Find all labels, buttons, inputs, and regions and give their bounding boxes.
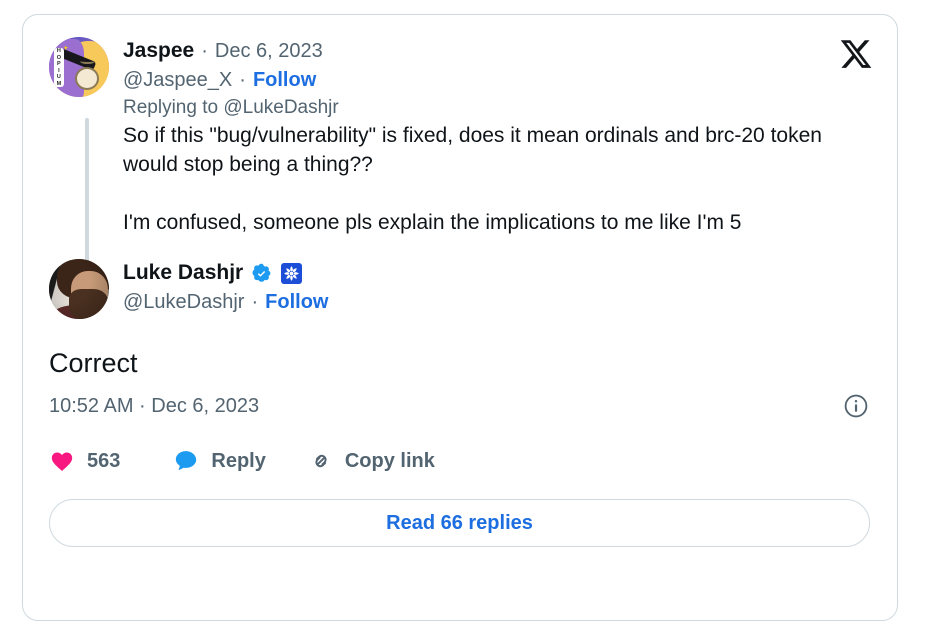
heart-icon — [49, 448, 75, 474]
like-count: 563 — [87, 449, 121, 472]
follow-button[interactable]: Follow — [265, 289, 328, 315]
separator-dot: · — [251, 291, 259, 313]
reply-button[interactable]: Reply — [173, 448, 266, 474]
info-circle-icon[interactable] — [843, 393, 869, 419]
embedded-tweet-card: H O P I U M Jaspee · Dec 6, 2023 @Jaspee… — [22, 14, 898, 621]
read-replies-label: Read 66 replies — [386, 511, 533, 534]
user-handle[interactable]: @LukeDashjr — [123, 289, 244, 315]
avatar[interactable] — [49, 259, 109, 319]
verified-check-icon[interactable] — [251, 263, 272, 284]
tweet-jaspee: H O P I U M Jaspee · Dec 6, 2023 @Jaspee… — [49, 37, 871, 121]
display-name[interactable]: Jaspee — [123, 38, 194, 64]
affiliate-pinwheel-icon[interactable] — [281, 262, 303, 284]
tweet-main-text: Correct — [49, 348, 138, 378]
display-name[interactable]: Luke Dashjr — [123, 260, 243, 286]
replying-to-label[interactable]: Replying to @LukeDashjr — [123, 95, 871, 121]
read-replies-button[interactable]: Read 66 replies — [49, 499, 870, 547]
chain-link-icon — [308, 448, 334, 474]
handle-row: @LukeDashjr · Follow — [123, 289, 871, 315]
tweet-date[interactable]: Dec 6, 2023 — [215, 38, 323, 64]
tweet-header: Jaspee · Dec 6, 2023 @Jaspee_X · Follow … — [123, 37, 871, 121]
engagement-actions-row: 563 Reply Copy link — [49, 448, 871, 474]
speech-bubble-icon — [173, 448, 199, 474]
tweet-body-line: I'm confused, someone pls explain the im… — [123, 211, 742, 234]
follow-button[interactable]: Follow — [253, 67, 316, 93]
separator-dot: · — [239, 69, 246, 91]
like-button[interactable]: 563 — [49, 448, 120, 474]
name-row: Luke Dashjr — [123, 260, 871, 286]
avatar[interactable]: H O P I U M — [49, 37, 109, 97]
avatar-art-shading — [49, 259, 109, 319]
handle-row: @Jaspee_X · Follow — [123, 67, 871, 93]
avatar-art-label: H O P I U M — [53, 47, 64, 88]
tweet-body-line: So if this "bug/vulnerability" is fixed,… — [123, 124, 822, 176]
copy-link-label: Copy link — [344, 449, 435, 472]
user-handle[interactable]: @Jaspee_X — [123, 67, 232, 93]
copy-link-button[interactable]: Copy link — [308, 448, 435, 474]
avatar-art-eye — [80, 59, 95, 64]
tweet-body-jaspee: So if this "bug/vulnerability" is fixed,… — [123, 121, 871, 237]
tweet-luke-dashjr: Luke Dashjr @LukeDashjr · Follow — [49, 259, 871, 319]
tweet-timestamp[interactable]: 10:52 AM · Dec 6, 2023 — [49, 395, 259, 418]
timestamp-row: 10:52 AM · Dec 6, 2023 — [49, 393, 871, 419]
reply-label: Reply — [211, 449, 266, 472]
tweet-header: Luke Dashjr @LukeDashjr · Follow — [123, 259, 871, 315]
avatar-wrap: H O P I U M — [49, 37, 109, 97]
name-row: Jaspee · Dec 6, 2023 — [123, 38, 871, 64]
separator-dot: · — [201, 40, 208, 62]
avatar-label-letter: M — [56, 80, 62, 87]
tweet-body-blank-line — [123, 179, 861, 208]
avatar-wrap — [49, 259, 109, 319]
